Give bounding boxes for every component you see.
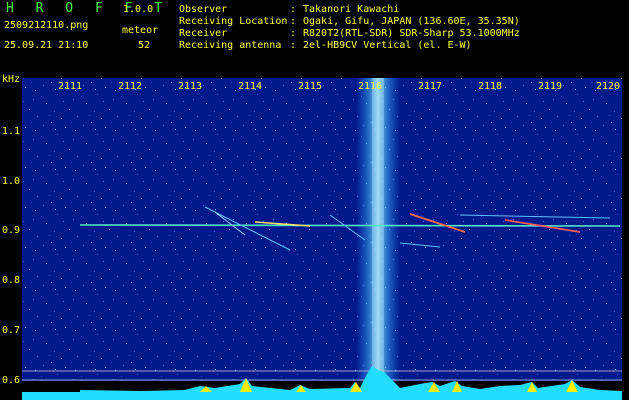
frequency-tick-label: 0.6 — [2, 375, 20, 386]
spectrogram: kHz 2111 2112 2113 2114 2115 2116 2117 2… — [2, 74, 622, 400]
time-tick-label: 2114 — [238, 81, 262, 92]
frequency-tick-label: 0.9 — [2, 225, 20, 236]
time-tick-label: 2116 — [358, 81, 382, 92]
frequency-tick-label: 1.0 — [2, 176, 20, 187]
spectrogram-plot-area — [22, 78, 622, 381]
carrier-band-core — [372, 78, 384, 388]
time-tick-label: 2112 — [118, 81, 142, 92]
time-tick-label: 2115 — [298, 81, 322, 92]
time-tick-label: 2117 — [418, 81, 442, 92]
hrofft-window: H R O F F T 1.0.0 2509212110.png 25.09.2… — [0, 0, 629, 400]
frequency-axis: 1.1 1.0 0.9 0.8 0.7 0.6 — [2, 126, 20, 386]
frequency-tick-label: 0.8 — [2, 275, 20, 286]
frequency-unit: kHz — [2, 74, 20, 85]
time-tick-label: 2120 — [596, 81, 620, 92]
frequency-tick-label: 1.1 — [2, 126, 20, 137]
time-tick-label: 2118 — [478, 81, 502, 92]
time-tick-label: 2119 — [538, 81, 562, 92]
time-tick-label: 2113 — [178, 81, 202, 92]
time-tick-label: 2111 — [58, 81, 82, 92]
frequency-tick-label: 0.7 — [2, 325, 20, 336]
